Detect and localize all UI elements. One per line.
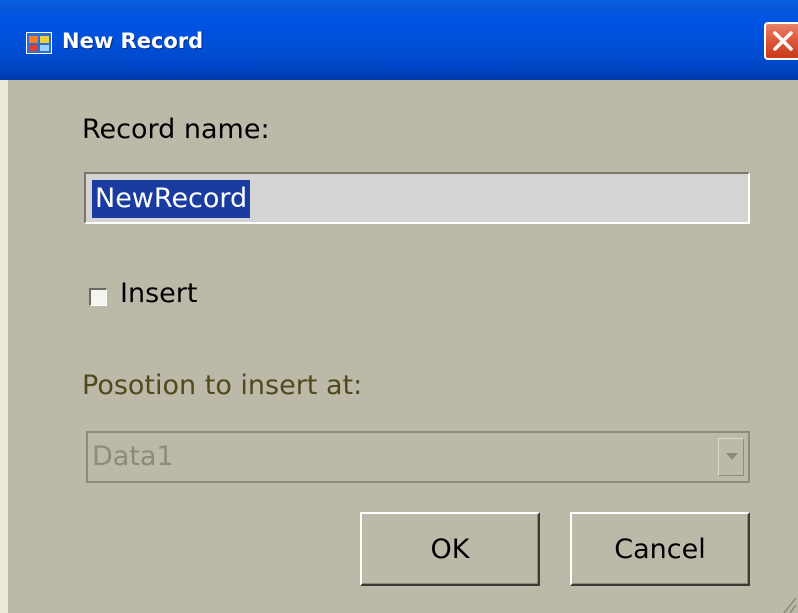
ok-button-label: OK bbox=[430, 533, 470, 565]
title-bar[interactable]: New Record bbox=[0, 0, 798, 80]
record-name-label: Record name: bbox=[82, 114, 270, 145]
close-button[interactable] bbox=[764, 22, 798, 60]
dropdown-arrow-button bbox=[718, 438, 744, 476]
position-select: Data1 bbox=[86, 431, 750, 483]
dialog-content: Record name: NewRecord Insert Posotion t… bbox=[8, 80, 798, 613]
cancel-button[interactable]: Cancel bbox=[570, 512, 750, 586]
insert-checkbox[interactable] bbox=[89, 288, 107, 306]
cancel-button-label: Cancel bbox=[614, 533, 706, 565]
ok-button[interactable]: OK bbox=[360, 512, 540, 586]
window-title: New Record bbox=[62, 29, 204, 53]
app-window-icon bbox=[26, 32, 52, 54]
position-label: Posotion to insert at: bbox=[82, 370, 363, 401]
new-record-dialog: New Record Record name: NewRecord Insert… bbox=[0, 0, 798, 613]
resize-grip-icon[interactable] bbox=[774, 586, 798, 613]
insert-checkbox-label[interactable]: Insert bbox=[120, 278, 197, 309]
record-name-input[interactable]: NewRecord bbox=[84, 172, 750, 224]
record-name-value: NewRecord bbox=[92, 180, 251, 218]
position-select-value: Data1 bbox=[92, 441, 174, 472]
